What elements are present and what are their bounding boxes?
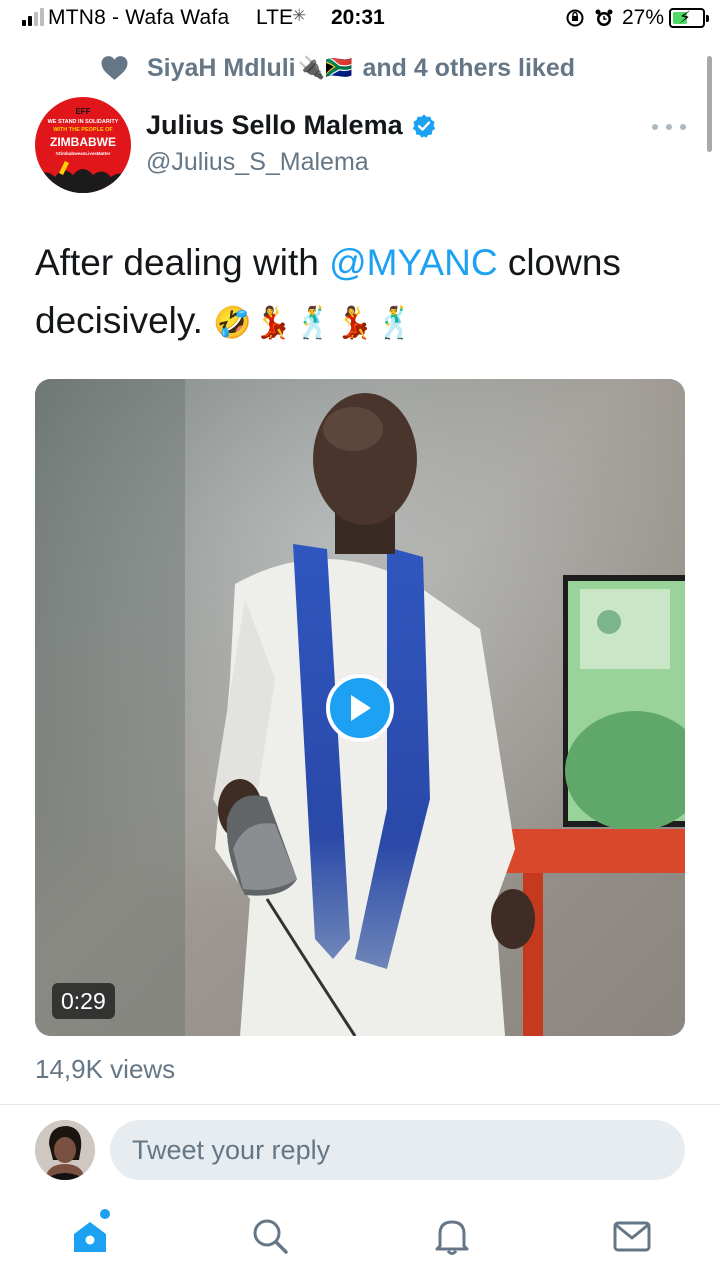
author-handle[interactable]: @Julius_S_Malema — [146, 148, 369, 177]
notifications-icon[interactable] — [432, 1216, 472, 1256]
heart-icon — [101, 56, 128, 80]
scroll-indicator — [707, 56, 712, 152]
status-bar: MTN8 - Wafa Wafa LTE ✳ 20:31 27% ⚡ — [0, 0, 720, 36]
more-options-button[interactable] — [652, 116, 686, 138]
battery-icon: ⚡ — [669, 8, 709, 28]
more-dot-icon — [652, 124, 658, 130]
author-avatar[interactable]: EFF WE STAND IN SOLIDARITY WITH THE PEOP… — [35, 97, 131, 193]
avatar-line1: WE STAND IN SOLIDARITY — [47, 119, 119, 125]
orientation-lock-alarm-icons — [566, 9, 613, 27]
verified-badge-icon — [412, 114, 435, 138]
avatar-line4: #ZimbabweanLivesMatter — [55, 151, 111, 156]
liked-by-context[interactable]: SiyaH Mdluli 🔌🇿🇦 and 4 others liked — [100, 52, 575, 84]
video-player[interactable]: 0:29 — [35, 379, 685, 1036]
avatar-org-text: EFF — [75, 107, 91, 116]
search-icon[interactable] — [250, 1216, 290, 1256]
tweet-text: After dealing with @MYANC clowns decisiv… — [35, 234, 685, 352]
liked-by-rest: and 4 others liked — [362, 53, 575, 82]
play-icon — [351, 695, 371, 721]
more-dot-icon — [666, 124, 672, 130]
clock-time: 20:31 — [331, 6, 385, 29]
tweet-text-before: After dealing with — [35, 242, 330, 283]
liker-emoji: 🔌🇿🇦 — [297, 55, 353, 80]
reply-input[interactable]: Tweet your reply — [110, 1120, 685, 1180]
video-duration-badge: 0:29 — [52, 983, 115, 1019]
network-type: LTE — [256, 6, 293, 29]
avatar-line3: ZIMBABWE — [50, 135, 116, 149]
current-user-avatar-image — [35, 1120, 95, 1180]
author-name-text: Julius Sello Malema — [146, 110, 403, 140]
divider — [0, 1104, 720, 1105]
home-icon[interactable] — [70, 1216, 110, 1256]
avatar-line2: WITH THE PEOPLE OF — [53, 127, 113, 133]
more-dot-icon — [680, 124, 686, 130]
play-button[interactable] — [326, 674, 394, 742]
tweet-emoji: 🤣💃🕺💃🕺 — [213, 305, 417, 340]
avatar-crowd-illustration — [35, 161, 131, 193]
liker-name: SiyaH Mdluli — [147, 53, 296, 82]
mention-link[interactable]: @MYANC — [329, 242, 497, 283]
new-content-indicator — [100, 1209, 110, 1219]
carrier-name: MTN8 - Wafa Wafa — [48, 6, 230, 29]
current-user-avatar[interactable] — [35, 1120, 95, 1180]
battery-percentage: 27% — [622, 6, 665, 29]
activity-spinner-icon: ✳ — [292, 6, 307, 25]
view-count: 14,9K views — [35, 1054, 176, 1084]
signal-strength-icon — [22, 8, 46, 26]
author-display-name[interactable]: Julius Sello Malema — [146, 110, 437, 141]
messages-icon[interactable] — [612, 1216, 652, 1256]
